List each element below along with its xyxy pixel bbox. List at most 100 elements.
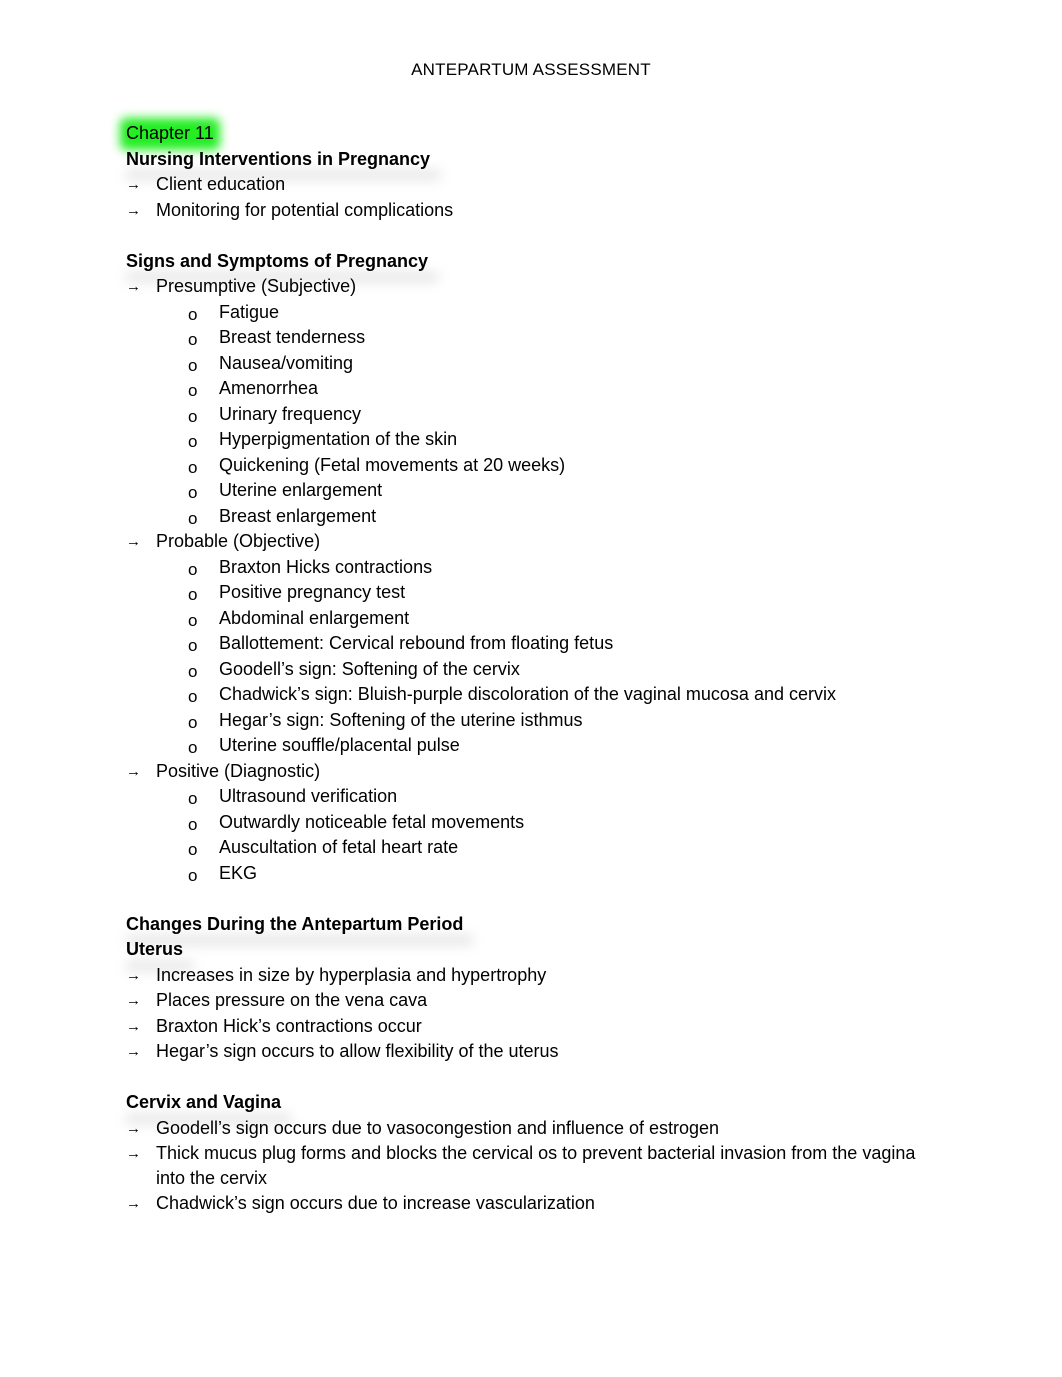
list-item-text: Hegar’s sign occurs to allow flexibility… <box>156 1041 559 1061</box>
arrow-bullet-icon: → <box>126 201 141 219</box>
chapter-highlight: Chapter 11 <box>126 121 214 147</box>
cervix-list: → Goodell’s sign occurs due to vasoconges… <box>126 1116 926 1217</box>
arrow-list-item: → Places pressure on the vena cava <box>126 988 926 1014</box>
arrow-bullet-icon: → <box>126 966 141 984</box>
circle-bullet-icon: o <box>188 432 198 451</box>
sub-list-item: o Abdominal enlargement <box>126 606 926 632</box>
arrow-bullet-icon: → <box>126 762 141 780</box>
arrow-list-item: → Thick mucus plug forms and blocks the c… <box>126 1141 926 1191</box>
list-item-text: Thick mucus plug forms and blocks the ce… <box>156 1143 916 1188</box>
sign-category: → Positive (Diagnostic) <box>126 759 926 785</box>
subsection-heading-uterus: Uterus <box>126 937 926 963</box>
circle-bullet-icon: o <box>188 457 198 477</box>
arrow-bullet-icon: → <box>126 533 141 550</box>
circle-bullet-icon: o <box>188 304 198 324</box>
list-item-text: Positive pregnancy test <box>219 582 406 602</box>
sub-list-item: o Braxton Hicks contractions <box>126 555 926 581</box>
chapter-label: Chapter 11 <box>126 123 214 143</box>
list-item-text: Auscultation of fetal heart rate <box>219 837 459 857</box>
circle-bullet-icon: o <box>188 789 198 808</box>
sign-category: → Presumptive (Subjective) <box>126 274 926 300</box>
circle-bullet-icon: o <box>188 738 198 757</box>
arrow-bullet-icon: → <box>126 278 141 295</box>
circle-bullet-icon: o <box>188 712 198 732</box>
sub-list-item: o Outwardly noticeable fetal movements <box>126 810 926 836</box>
arrow-bullet-icon: → <box>126 1017 141 1035</box>
list-item-text: Ultrasound verification <box>219 786 398 806</box>
list-item-text: Uterine enlargement <box>219 480 383 500</box>
sign-category: → Probable (Objective) <box>126 529 926 555</box>
circle-bullet-icon: o <box>188 508 198 528</box>
sub-list-item: o Chadwick’s sign: Bluish-purple discolor… <box>126 682 926 708</box>
sub-list-item: o Breast enlargement <box>126 504 926 530</box>
uterus-list: → Increases in size by hyperplasia and hy… <box>126 963 926 1065</box>
signs-list: → Presumptive (Subjective) o Fatigue o Breast… <box>126 274 926 886</box>
circle-bullet-icon: o <box>188 661 198 681</box>
list-item-text: Quickening (Fetal movements at 20 weeks) <box>219 454 566 475</box>
list-item-text: Chadwick’s sign occurs due to increase v… <box>156 1193 595 1213</box>
circle-bullet-icon: o <box>188 840 198 859</box>
circle-bullet-icon: o <box>188 355 198 375</box>
circle-bullet-icon: o <box>188 610 198 630</box>
arrow-bullet-icon: → <box>126 1145 141 1162</box>
list-item-text: Positive (Diagnostic) <box>156 760 321 781</box>
sub-list-item: o Positive pregnancy test <box>126 580 926 606</box>
arrow-list-item: → Increases in size by hyperplasia and hy… <box>126 963 926 989</box>
list-item-text: Client education <box>156 174 286 194</box>
sub-list-item: o EKG <box>126 861 926 887</box>
list-item-text: Places pressure on the vena cava <box>156 990 428 1010</box>
list-item-text: Chadwick’s sign: Bluish-purple discolora… <box>219 684 836 704</box>
arrow-list-item: → Monitoring for potential complications <box>126 198 926 224</box>
list-item-text: Nausea/vomiting <box>219 352 354 373</box>
arrow-bullet-icon: → <box>126 1195 141 1212</box>
sub-list-item: o Amenorrhea <box>126 376 926 402</box>
arrow-bullet-icon: → <box>126 1119 141 1137</box>
list-item-text: Increases in size by hyperplasia and hyp… <box>156 964 547 985</box>
list-item-text: Amenorrhea <box>219 378 319 398</box>
arrow-bullet-icon: → <box>126 1043 141 1060</box>
document-title: ANTEPARTUM ASSESSMENT <box>411 60 651 79</box>
list-item-text: EKG <box>219 862 258 883</box>
list-item-text: Goodell’s sign occurs due to vasocongest… <box>156 1117 720 1138</box>
list-item-text: Probable (Objective) <box>156 531 321 551</box>
circle-bullet-icon: o <box>188 483 198 502</box>
arrow-list-item: → Chadwick’s sign occurs due to increase … <box>126 1191 926 1217</box>
sub-list-item: o Urinary frequency <box>126 402 926 428</box>
arrow-list-item: → Braxton Hick’s contractions occur <box>126 1014 926 1040</box>
nursing-list: → Client education → Monitoring for potenti… <box>126 172 926 223</box>
section-heading-signs: Signs and Symptoms of Pregnancy <box>126 249 926 275</box>
sub-list-item: o Hegar’s sign: Softening of the uterine … <box>126 708 926 734</box>
list-item-text: Braxton Hicks contractions <box>219 556 433 577</box>
sub-list-item: o Fatigue <box>126 300 926 326</box>
list-item-text: Braxton Hick’s contractions occur <box>156 1015 422 1036</box>
arrow-list-item: → Hegar’s sign occurs to allow flexibilit… <box>126 1039 926 1065</box>
arrow-list-item: → Goodell’s sign occurs due to vasoconges… <box>126 1116 926 1142</box>
circle-bullet-icon: o <box>188 559 198 579</box>
list-item-text: Urinary frequency <box>219 403 362 424</box>
list-item-text: Monitoring for potential complications <box>156 199 454 220</box>
sub-list-item: o Uterine enlargement <box>126 478 926 504</box>
heading-text: Uterus <box>126 939 184 959</box>
circle-bullet-icon: o <box>188 636 198 655</box>
circle-bullet-icon: o <box>188 814 198 834</box>
sub-list-item: o Ultrasound verification <box>126 784 926 810</box>
list-item-text: Hegar’s sign: Softening of the uterine i… <box>219 709 583 730</box>
sub-list-item: o Uterine souffle/placental pulse <box>126 733 926 759</box>
subsection-heading-cervix: Cervix and Vagina <box>126 1090 926 1116</box>
list-item-text: Uterine souffle/placental pulse <box>219 735 460 755</box>
heading-text: Cervix and Vagina <box>126 1092 282 1112</box>
sub-list-item: o Quickening (Fetal movements at 20 weeks… <box>126 453 926 479</box>
list-item-text: Fatigue <box>219 301 280 322</box>
sub-list-item: o Nausea/vomiting <box>126 351 926 377</box>
circle-bullet-icon: o <box>188 687 198 706</box>
heading-text: Nursing Interventions in Pregnancy <box>126 148 431 169</box>
list-item-text: Goodell’s sign: Softening of the cervix <box>219 658 520 679</box>
sub-list-item: o Ballottement: Cervical rebound from flo… <box>126 631 926 657</box>
circle-bullet-icon: o <box>188 585 198 604</box>
circle-bullet-icon: o <box>188 330 198 349</box>
list-item-text: Breast tenderness <box>219 327 366 347</box>
section-heading-nursing: Nursing Interventions in Pregnancy <box>126 147 926 173</box>
